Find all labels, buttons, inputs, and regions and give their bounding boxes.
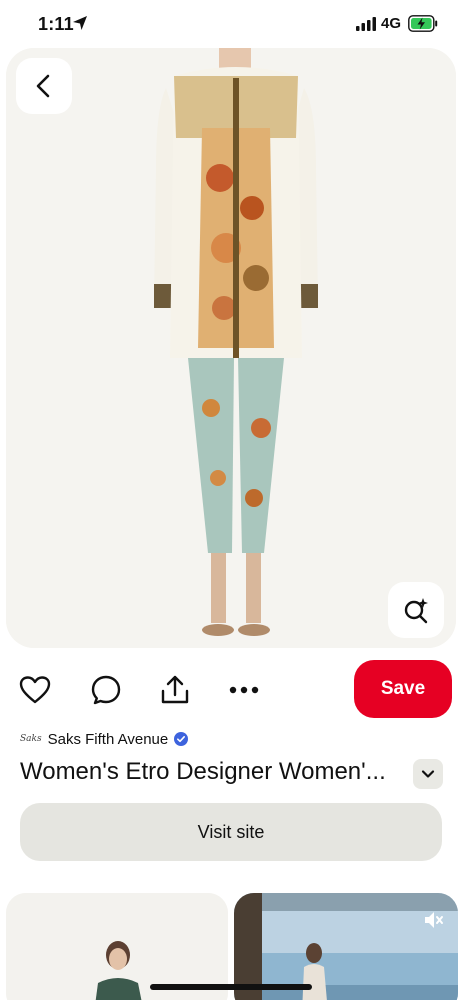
pin-image-card[interactable] [6, 48, 456, 648]
share-icon [161, 675, 189, 704]
expand-title-button[interactable] [413, 759, 443, 789]
comment-icon [91, 675, 121, 705]
signal-bars-icon [356, 17, 376, 31]
save-button[interactable]: Save [354, 660, 452, 718]
source-row[interactable]: Saks Saks Fifth Avenue [20, 729, 189, 749]
heart-icon [19, 676, 51, 704]
muted-speaker-icon[interactable] [422, 909, 444, 931]
like-button[interactable] [17, 672, 53, 708]
location-arrow-icon [73, 16, 87, 30]
network-label: 4G [381, 15, 402, 32]
back-button[interactable] [16, 58, 72, 114]
visual-search-button[interactable] [388, 582, 444, 638]
home-indicator [150, 984, 312, 990]
visual-search-icon [404, 598, 428, 624]
pin-action-row: Save [0, 660, 462, 720]
share-button[interactable] [157, 672, 193, 708]
source-name[interactable]: Saks Fifth Avenue [48, 731, 169, 748]
battery-charging-icon [408, 15, 438, 32]
pin-title: Women's Etro Designer Women'... [20, 758, 386, 785]
chevron-down-icon [421, 770, 435, 778]
more-options-button[interactable] [226, 672, 262, 708]
chevron-left-icon [36, 74, 50, 98]
status-bar: 1:11 4G [0, 0, 462, 50]
status-time: 1:11 [38, 14, 74, 34]
verified-badge-icon [174, 732, 189, 746]
source-logo: Saks [20, 734, 42, 744]
comment-button[interactable] [88, 672, 124, 708]
product-photo [6, 48, 456, 648]
visit-site-button[interactable]: Visit site [20, 803, 442, 861]
more-icon [229, 686, 259, 694]
